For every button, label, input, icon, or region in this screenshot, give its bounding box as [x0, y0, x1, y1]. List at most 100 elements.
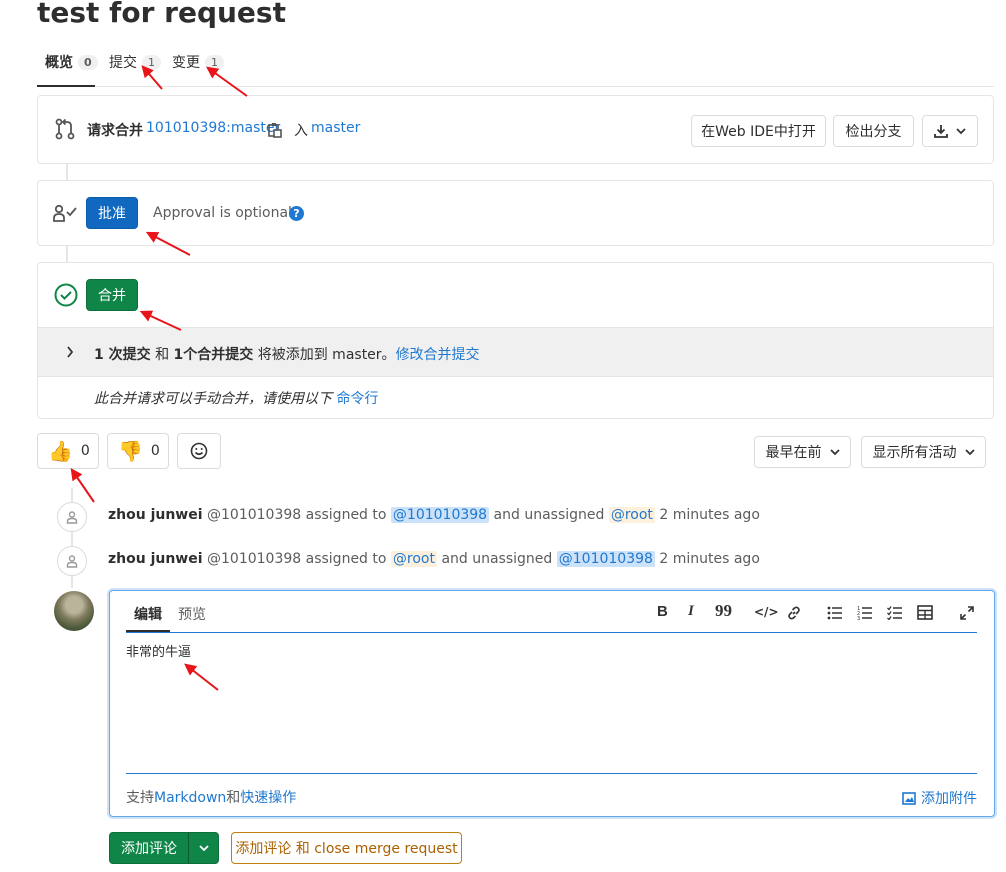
sort-dropdown[interactable]: 最早在前	[754, 436, 851, 468]
note-author[interactable]: zhou junwei	[108, 507, 203, 523]
commit-summary-text: 1 次提交 和 1个合并提交 将被添加到 master。修改合并提交	[94, 344, 480, 364]
note-assigned-text: assigned to	[305, 507, 387, 523]
tab-changes[interactable]: 变更 1	[172, 52, 224, 72]
approval-icon	[53, 204, 77, 222]
tab-preview[interactable]: 预览	[178, 604, 206, 624]
check-circle-icon	[54, 283, 78, 307]
support-label: 支持	[126, 790, 154, 806]
tab-overview-count: 0	[78, 54, 98, 70]
comment-type-dropdown[interactable]	[188, 832, 219, 864]
help-icon[interactable]: ?	[289, 206, 304, 221]
note-unassigned-text: and unassigned	[493, 507, 605, 523]
chevron-down-icon	[829, 449, 840, 456]
code-icon[interactable]: </>	[754, 605, 779, 619]
page-title: test for request	[37, 0, 286, 29]
chevron-right-icon[interactable]	[66, 346, 74, 358]
bold-icon[interactable]: B	[657, 603, 668, 620]
thumbs-down-button[interactable]: 👎 0	[107, 433, 169, 469]
image-icon	[902, 791, 916, 805]
merge-info-box: 请求合并 101010398:master 入 master 在Web IDE中…	[37, 95, 994, 164]
tab-commits-label: 提交	[109, 55, 137, 71]
task-list-icon[interactable]	[887, 605, 903, 620]
download-icon	[934, 125, 948, 138]
thumbs-up-button[interactable]: 👍 0	[37, 433, 99, 469]
add-comment-button[interactable]: 添加评论	[109, 832, 189, 864]
target-branch-link[interactable]: master	[311, 120, 360, 136]
commit-and: 和	[155, 347, 170, 363]
table-icon[interactable]	[917, 605, 933, 620]
user-avatar[interactable]	[54, 591, 94, 631]
tab-changes-label: 变更	[172, 55, 200, 71]
source-branch-link[interactable]: 101010398:master	[146, 120, 280, 136]
command-line-link[interactable]: 命令行	[336, 391, 378, 407]
commit-summary-row[interactable]: 1 次提交 和 1个合并提交 将被添加到 master。修改合并提交	[38, 327, 993, 377]
open-web-ide-button[interactable]: 在Web IDE中打开	[691, 115, 826, 147]
system-note-icon	[57, 546, 87, 576]
note-assigned-text: assigned to	[305, 551, 387, 567]
merge-request-tabs: 概览 0 提交 1 变更 1	[37, 44, 994, 87]
tab-commits[interactable]: 提交 1	[109, 52, 161, 72]
comment-editor: 编辑 预览 非常的牛逼 支持Markdown和快速操作 添加附件	[109, 590, 995, 817]
editor-footer-divider	[126, 773, 977, 774]
into-label: 入	[294, 123, 308, 139]
activity-filter-label: 显示所有活动	[872, 445, 957, 461]
merge-box: 合并 1 次提交 和 1个合并提交 将被添加到 master。修改合并提交 此合…	[37, 262, 994, 419]
approve-button[interactable]: 批准	[86, 197, 138, 229]
copy-branch-icon[interactable]	[268, 122, 282, 138]
note-unassignee-mention[interactable]: @root	[608, 507, 655, 523]
edit-merge-commit-link[interactable]: 修改合并提交	[396, 347, 480, 363]
comment-textarea[interactable]: 非常的牛逼	[126, 641, 966, 761]
quick-actions-link[interactable]: 快速操作	[240, 790, 296, 806]
note-unassignee-mention[interactable]: @101010398	[556, 551, 655, 567]
commit-count: 1 次提交	[94, 347, 151, 363]
tab-overview[interactable]: 概览 0	[45, 52, 98, 72]
note-unassigned-text: and unassigned	[441, 551, 553, 567]
numbered-list-icon[interactable]: 1 2 3	[857, 605, 873, 620]
link-icon[interactable]	[786, 605, 802, 621]
download-dropdown-button[interactable]	[922, 115, 978, 147]
note-author[interactable]: zhou junwei	[108, 551, 203, 567]
italic-icon[interactable]: I	[688, 603, 694, 620]
sort-dropdown-label: 最早在前	[765, 445, 822, 461]
chevron-down-icon	[964, 449, 975, 456]
attach-file-label: 添加附件	[921, 791, 977, 807]
markdown-link[interactable]: Markdown	[154, 790, 226, 806]
bullet-list-icon[interactable]	[827, 606, 843, 620]
attach-file-link[interactable]: 添加附件	[902, 788, 977, 808]
smiley-icon	[190, 442, 208, 460]
checkout-branch-button[interactable]: 检出分支	[833, 115, 914, 147]
chevron-down-icon	[956, 128, 966, 135]
activity-filter-dropdown[interactable]: 显示所有活动	[861, 436, 986, 468]
annotation-arrow	[70, 468, 95, 503]
comment-and-close-button[interactable]: 添加评论 和 close merge request	[231, 832, 462, 864]
merge-button[interactable]: 合并	[86, 279, 138, 311]
thumbs-up-count: 0	[80, 443, 90, 459]
will-be-added-text: 将被添加到 master。	[257, 347, 396, 363]
chevron-down-icon	[198, 845, 209, 852]
note-assignee-mention[interactable]: @101010398	[390, 507, 490, 523]
thumbs-down-count: 0	[150, 443, 160, 459]
quote-icon[interactable]: 99	[715, 601, 732, 621]
tab-changes-count: 1	[205, 54, 224, 70]
note-time: 2 minutes ago	[659, 551, 760, 567]
fullscreen-icon[interactable]	[960, 606, 974, 620]
active-tab-underline	[37, 85, 95, 87]
tab-commits-count: 1	[142, 54, 161, 70]
merge-request-icon	[55, 118, 75, 140]
svg-text:3: 3	[857, 616, 860, 620]
manual-merge-label: 此合并请求可以手动合并，请使用以下	[94, 391, 332, 407]
tab-overview-label: 概览	[45, 55, 73, 71]
note-username[interactable]: @101010398	[207, 551, 301, 567]
add-reaction-button[interactable]	[177, 433, 221, 469]
system-note: zhou junwei @101010398 assigned to @1010…	[108, 507, 760, 523]
timeline-connector	[66, 163, 68, 181]
note-username[interactable]: @101010398	[207, 507, 301, 523]
note-assignee-mention[interactable]: @root	[390, 551, 437, 567]
markdown-support-text: 支持Markdown和快速操作	[126, 787, 296, 807]
manual-merge-text: 此合并请求可以手动合并，请使用以下 命令行	[94, 388, 378, 408]
thumbs-down-icon: 👎	[118, 439, 143, 463]
approval-optional-text: Approval is optional	[153, 205, 292, 221]
merge-request-label: 请求合并	[87, 123, 143, 139]
tab-write[interactable]: 编辑	[134, 604, 162, 624]
support-and: 和	[226, 790, 241, 806]
